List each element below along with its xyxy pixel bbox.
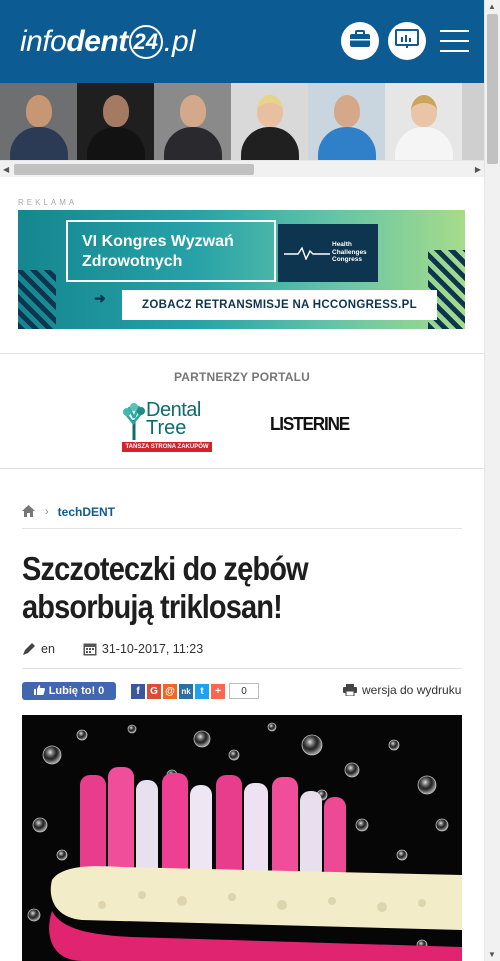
tree-icon [123, 403, 145, 440]
home-icon[interactable] [22, 504, 35, 520]
scroll-right-icon[interactable]: ▶ [475, 165, 481, 174]
arrow-right-icon: ➜ [94, 290, 106, 306]
printer-icon [343, 684, 357, 696]
ad-title-line1: VI Kongres Wyzwań [82, 233, 234, 250]
nk-share-icon[interactable]: nk [179, 683, 193, 699]
person-photo[interactable] [231, 83, 308, 160]
logo-text-congress: Congress [332, 256, 362, 263]
logo-text-health: Health [332, 241, 352, 248]
logo-dent: dent [66, 25, 128, 58]
ad-label: REKLAMA [18, 198, 78, 207]
print-link[interactable]: wersja do wydruku [343, 683, 461, 697]
calendar-icon [83, 642, 97, 656]
breadcrumb-category-link[interactable]: techDENT [58, 505, 115, 519]
dentaltree-name-line2: Tree [146, 417, 187, 439]
like-label: Lubię to! 0 [48, 685, 105, 697]
thumbs-up-icon [33, 684, 45, 698]
site-header: info dent 24 .pl [0, 0, 484, 83]
partner-listerine-logo[interactable]: LISTERINE [270, 414, 350, 435]
person-photo[interactable] [385, 83, 462, 160]
scroll-left-icon[interactable]: ◀ [3, 165, 9, 174]
person-photo[interactable] [308, 83, 385, 160]
dentaltree-tagline: TAŃSZA STRONA ZAKUPÓW [122, 442, 212, 452]
ad-cta-button[interactable]: ZOBACZ RETRANSMISJE NA HCCONGRESS.PL [122, 290, 437, 320]
print-label: wersja do wydruku [362, 683, 462, 697]
ad-banner[interactable]: VI Kongres Wyzwań Zdrowotnych Health Cha… [18, 210, 465, 329]
partners-title: PARTNERZY PORTALU [173, 370, 311, 384]
people-carousel[interactable] [0, 83, 484, 160]
horizontal-scrollbar[interactable]: ◀ ▶ [0, 160, 484, 177]
scrollbar-thumb[interactable] [14, 164, 254, 175]
article-meta: en 31-10-2017, 11:23 [22, 640, 203, 658]
heartbeat-icon [284, 246, 330, 260]
share-buttons: f G @ nk t + 0 [131, 683, 259, 699]
chart-board-icon [395, 28, 419, 54]
share-count: 0 [229, 683, 259, 699]
pen-icon [22, 642, 36, 656]
briefcase-button[interactable] [341, 22, 379, 60]
divider [0, 353, 484, 354]
article-date: 31-10-2017, 11:23 [101, 642, 204, 656]
scroll-up-icon[interactable]: ▲ [488, 2, 496, 11]
logo-info: info [20, 25, 67, 58]
scroll-down-icon[interactable]: ▼ [488, 950, 496, 959]
breadcrumb-separator: › [45, 506, 49, 518]
twitter-share-icon[interactable]: t [195, 683, 209, 699]
divider [0, 468, 484, 469]
logo-24: 24 [128, 25, 163, 59]
site-logo[interactable]: info dent 24 .pl [20, 22, 195, 62]
toothbrush-photo [22, 715, 462, 961]
ad-title-box: VI Kongres Wyzwań Zdrowotnych [66, 220, 276, 282]
person-photo[interactable] [0, 83, 77, 160]
congress-logo: Health Challenges Congress [278, 224, 378, 282]
divider [22, 668, 462, 669]
person-photo[interactable] [77, 83, 154, 160]
chart-board-button[interactable] [388, 22, 426, 60]
facebook-share-icon[interactable]: f [131, 683, 145, 699]
logo-text-challenges: Challenges [332, 248, 367, 256]
article-title: Szczoteczki do zębów absorbują triklosan… [22, 550, 309, 625]
briefcase-icon [349, 29, 371, 53]
google-share-icon[interactable]: G [147, 683, 161, 699]
vertical-scrollbar[interactable]: ▲ ▼ [484, 0, 500, 961]
facebook-like-button[interactable]: Lubię to! 0 [22, 682, 116, 700]
ad-title-line2: Zdrowotnych [82, 253, 183, 270]
scrollbar-thumb[interactable] [487, 14, 498, 164]
partner-dentaltree-logo[interactable]: Dental Tree TAŃSZA STRONA ZAKUPÓW [122, 400, 212, 454]
more-share-icon[interactable]: + [211, 683, 225, 699]
article-image [22, 715, 462, 961]
person-photo[interactable] [154, 83, 231, 160]
email-share-icon[interactable]: @ [163, 683, 177, 699]
page: info dent 24 .pl ◀ ▶ ▲ ▼ REKLAMA VI Kong… [0, 0, 500, 961]
hamburger-menu-icon[interactable] [440, 30, 469, 54]
breadcrumb: › techDENT [22, 504, 115, 520]
article-author: en [41, 642, 55, 656]
divider [22, 528, 462, 529]
person-photo[interactable] [462, 83, 484, 160]
logo-pl: .pl [163, 25, 196, 58]
